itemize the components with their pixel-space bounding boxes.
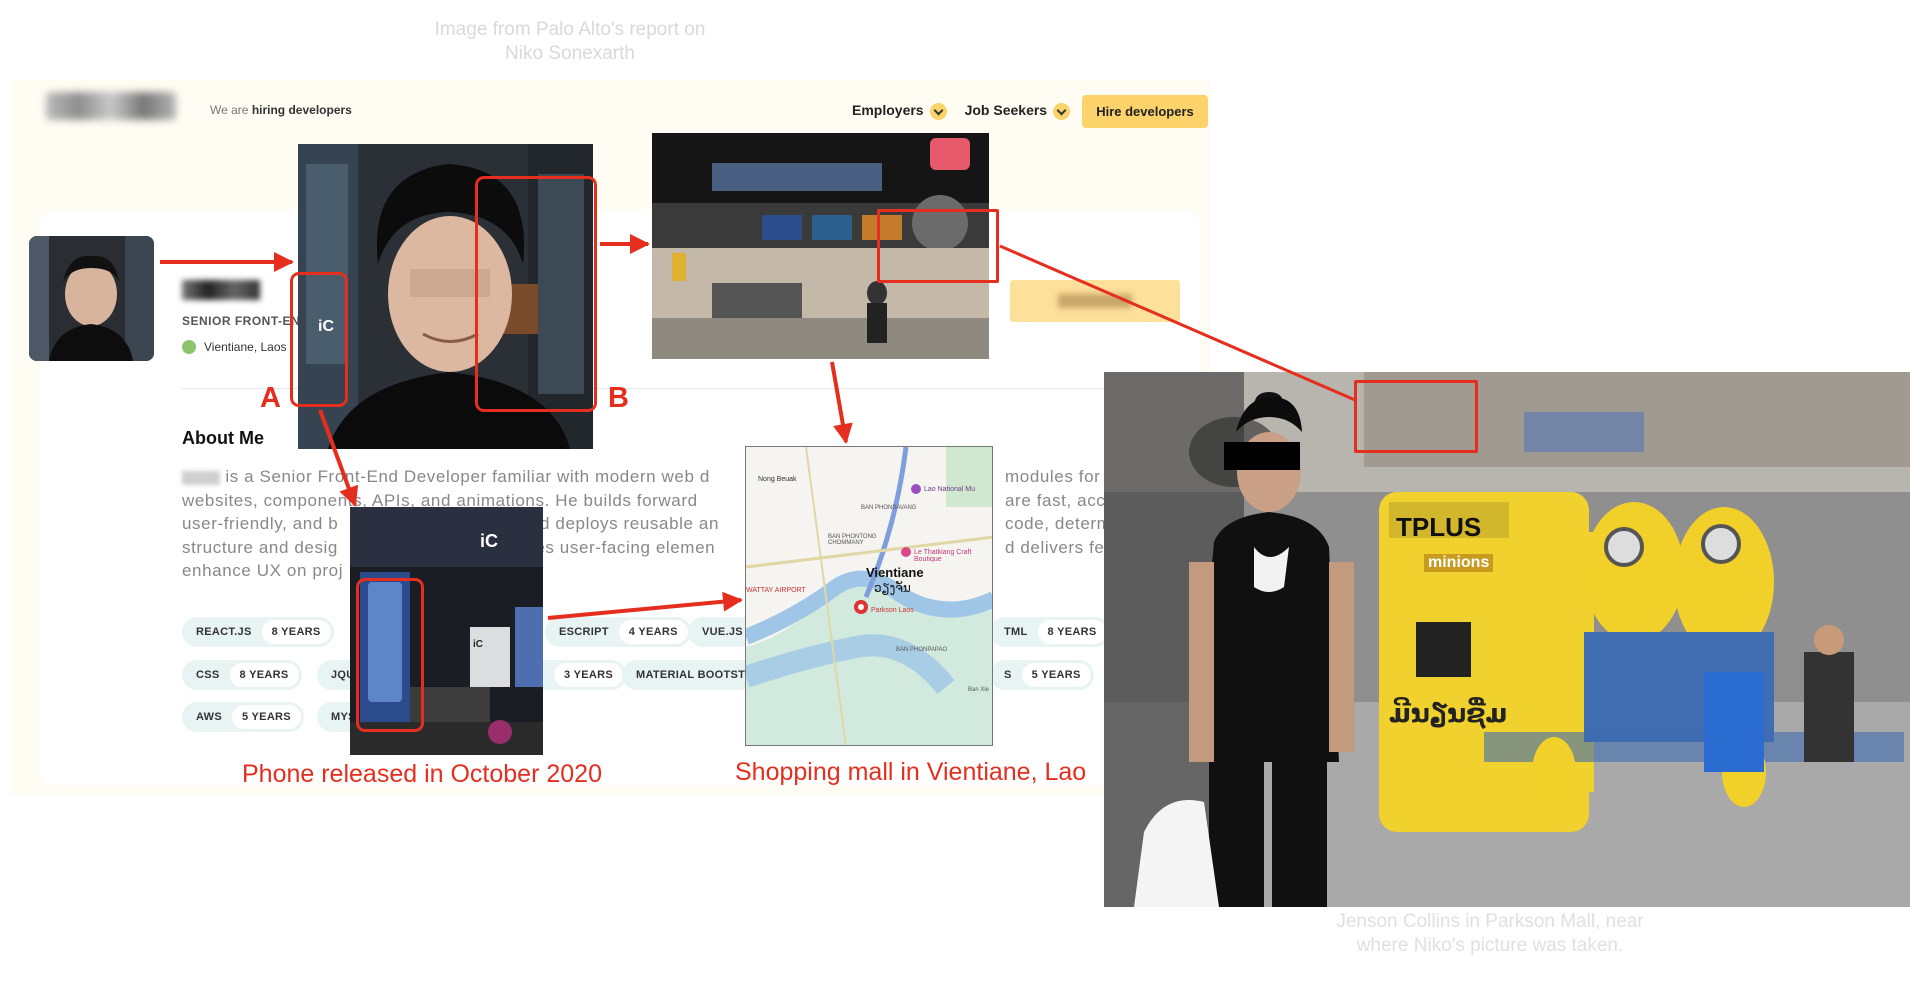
map-label: BAN PHONPAPAO <box>896 647 948 653</box>
nav-job-seekers[interactable]: Job Seekers <box>965 102 1071 120</box>
skill-chip[interactable]: 3 YEARS <box>530 660 626 690</box>
phone-caption: Phone released in October 2020 <box>242 760 602 788</box>
skill-chip[interactable]: TML 8 YEARS <box>990 617 1110 647</box>
website-screenshot: We are hiring developers Employers Job S… <box>10 80 1210 795</box>
blurred-logo[interactable] <box>46 92 176 120</box>
mall-photo: TPLUS minions ມີນຽນຊື່ມ <box>1104 372 1910 907</box>
blurred-name <box>182 280 260 300</box>
map-label-city-lao: ວຽງຈັນ <box>874 581 911 595</box>
skill-chip[interactable]: S5 YEARS <box>990 660 1094 690</box>
skill-chip[interactable]: ESCRIPT 4 YEARS <box>545 617 691 647</box>
annotation-box-logo <box>877 209 999 283</box>
map-label: WATTAY AIRPORT <box>746 587 806 594</box>
mall-caption: Shopping mall in Vientiane, Lao <box>735 758 1087 786</box>
tagline: We are hiring developers <box>210 103 352 117</box>
skill-chip[interactable]: CSS 8 YEARS <box>182 660 302 690</box>
nav-employers[interactable]: Employers <box>852 102 947 120</box>
annotation-box-b <box>475 176 597 412</box>
about-heading: About Me <box>182 428 264 448</box>
sign-tplus: TPLUS <box>1396 512 1482 542</box>
chevron-down-icon <box>1053 102 1071 120</box>
svg-text:iC: iC <box>473 639 483 650</box>
annotation-box-a <box>290 272 348 407</box>
location-pin-icon <box>182 340 196 354</box>
map-label-city: Vientiane <box>866 565 924 580</box>
sign-lao: ມີນຽນຊື່ມ <box>1389 698 1508 728</box>
about-text-right: modules for are fast, acc code, determ d… <box>1005 467 1115 557</box>
annotation-box-mall-logo <box>1354 380 1478 453</box>
map-label: Le Thatkiang Craft Boutique <box>914 549 972 563</box>
bottom-caption: Jenson Collins in Parkson Mall, near whe… <box>1336 911 1644 956</box>
location: Vientiane, Laos <box>182 340 287 354</box>
about-text-middle: nd deploys reusable an tes user-facing e… <box>530 514 719 557</box>
label-b: B <box>608 382 629 414</box>
map-label-parkson: Parkson Laos <box>871 607 914 614</box>
annotation-box-phone <box>356 578 424 732</box>
skill-chip[interactable]: REACT.JS 8 YEARS <box>182 617 334 647</box>
blurred-action-button[interactable] <box>1010 280 1180 322</box>
svg-text:iC: iC <box>480 531 498 551</box>
skill-chip[interactable]: AWS 5 YEARS <box>182 702 304 732</box>
map-label: Lao National Mu <box>924 486 975 493</box>
map-label: Nong Beuak <box>758 476 797 483</box>
map-label: Ban Xie <box>968 687 990 693</box>
chevron-down-icon <box>929 102 947 120</box>
label-a: A <box>260 382 281 414</box>
map-label: BAN PHONTONG CHOMMANY <box>828 534 877 546</box>
hire-developers-button[interactable]: Hire developers <box>1082 95 1208 128</box>
sign-minions: minions <box>1424 554 1494 572</box>
map-label: BAN PHONSAVANG <box>861 505 917 511</box>
top-nav: Employers Job Seekers <box>852 102 1071 120</box>
top-caption: Image from Palo Alto's report on Niko So… <box>434 19 706 64</box>
map-snippet: Nong Beuak Vientiane ວຽງຈັນ Parkson Laos… <box>745 446 993 746</box>
avatar <box>29 236 154 361</box>
